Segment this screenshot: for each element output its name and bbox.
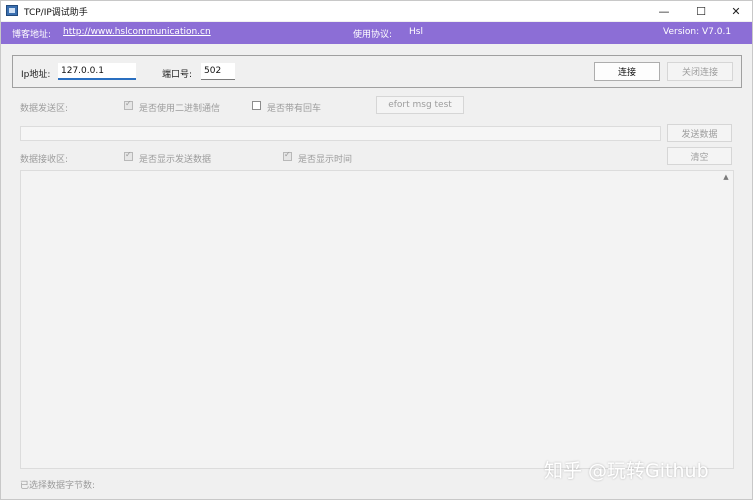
port-label: 端口号: [162,70,193,80]
ip-input[interactable] [58,63,136,80]
window-title: TCP/IP调试助手 [24,8,88,18]
send-input[interactable] [20,126,661,141]
minimize-button[interactable]: — [647,1,681,21]
version-text: Version: V7.0.1 [663,27,732,37]
ip-label: Ip地址: [21,70,51,80]
show-time-label: 是否显示时间 [298,155,353,165]
show-send-label: 是否显示发送数据 [139,155,212,165]
show-time-checkbox[interactable] [283,150,292,161]
protocol-value: Hsl [409,27,423,37]
maximize-button[interactable]: ☐ [684,1,718,21]
title-bar: TCP/IP调试助手 — ☐ ✕ [1,1,752,21]
test-message-button[interactable]: efort msg test [376,96,464,114]
protocol-label: 使用协议: [353,30,393,40]
info-bar: 博客地址: http://www.hslcommunication.cn 使用协… [1,22,752,44]
send-area-label: 数据发送区: [20,104,69,114]
selected-bytes-label: 已选择数据字节数: [20,481,96,491]
connect-button[interactable]: 连接 [594,62,660,81]
receive-area-label: 数据接收区: [20,155,69,165]
clear-button[interactable]: 清空 [667,147,732,165]
carriage-return-label: 是否带有回车 [267,104,322,114]
carriage-return-checkbox[interactable] [252,101,261,110]
binary-checkbox[interactable] [124,99,133,110]
send-button[interactable]: 发送数据 [667,124,732,142]
scroll-up-icon[interactable]: ▲ [721,173,731,183]
watermark-text: 知乎 @玩转Github [544,460,709,482]
app-window: TCP/IP调试助手 — ☐ ✕ 博客地址: http://www.hslcom… [0,0,753,500]
close-button[interactable]: ✕ [719,1,753,21]
disconnect-button[interactable]: 关闭连接 [667,62,733,81]
blog-link[interactable]: http://www.hslcommunication.cn [63,27,211,37]
app-icon [6,5,18,16]
blog-label: 博客地址: [12,30,52,40]
port-input[interactable] [201,63,235,80]
connection-group: Ip地址: 端口号: 连接 关闭连接 [12,55,742,88]
binary-checkbox-label: 是否使用二进制通信 [139,104,221,114]
receive-textarea[interactable] [20,170,734,469]
show-send-checkbox[interactable] [124,150,133,161]
